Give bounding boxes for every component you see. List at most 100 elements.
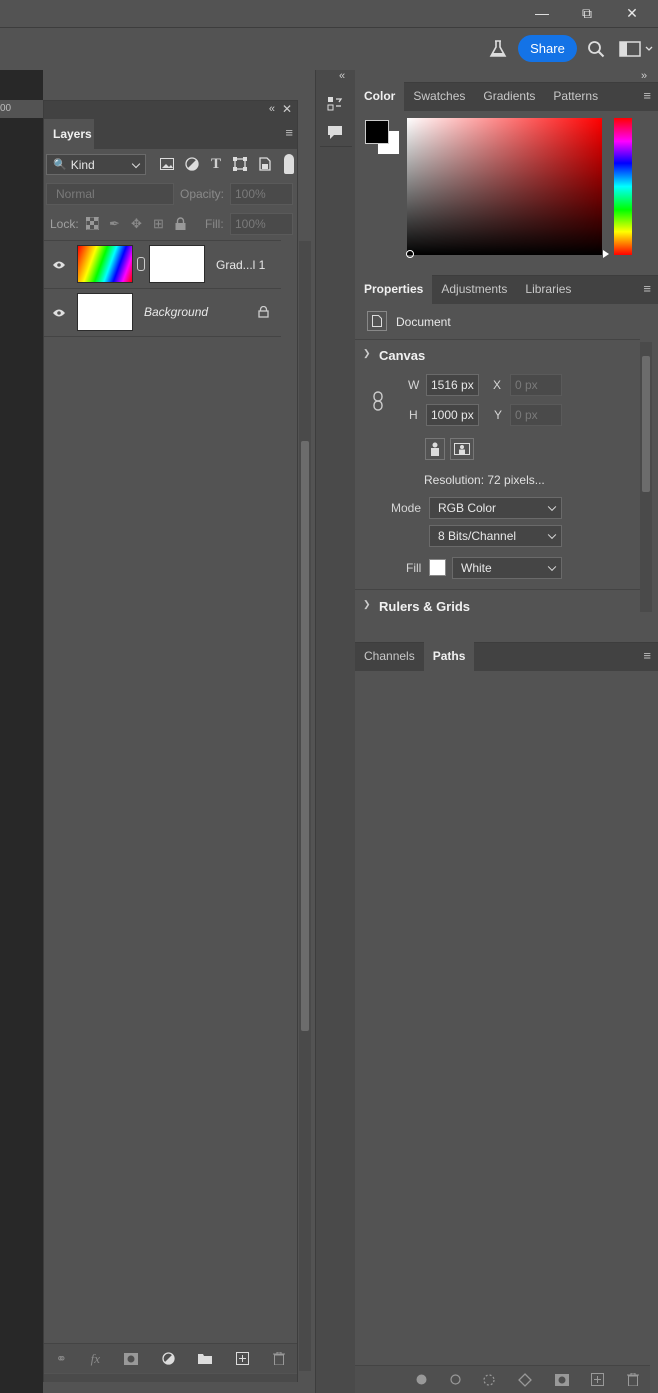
link-icon[interactable] xyxy=(137,257,145,271)
paths-list xyxy=(355,675,658,1365)
resize-bar[interactable] xyxy=(44,1374,297,1382)
trash-icon[interactable] xyxy=(273,1352,286,1365)
adjustment-filter-icon[interactable] xyxy=(183,155,201,173)
panel-menu-icon[interactable]: ≡ xyxy=(285,125,293,140)
adjustment-icon[interactable] xyxy=(161,1352,175,1365)
new-path-icon[interactable] xyxy=(591,1373,605,1386)
portrait-icon[interactable] xyxy=(425,438,445,460)
color-picker-cursor[interactable] xyxy=(406,250,414,258)
panel-menu-icon[interactable]: ≡ xyxy=(643,88,651,103)
selection-icon[interactable] xyxy=(483,1373,496,1386)
link-icon[interactable]: ⚭ xyxy=(56,1351,67,1367)
chain-link-icon[interactable] xyxy=(370,390,386,412)
tab-libraries[interactable]: Libraries xyxy=(516,274,580,304)
comments-icon[interactable] xyxy=(324,122,346,142)
tab-paths[interactable]: Paths xyxy=(423,641,475,671)
filter-toggle-icon[interactable] xyxy=(284,154,294,174)
resolution-text[interactable]: Resolution: 72 pixels... xyxy=(424,473,545,487)
eye-icon[interactable] xyxy=(50,256,68,274)
hue-slider-handle-icon[interactable] xyxy=(603,250,609,258)
fill-color-swatch[interactable] xyxy=(429,559,446,576)
restore-icon[interactable]: ⧉ xyxy=(564,0,610,26)
tab-gradients[interactable]: Gradients xyxy=(474,81,544,111)
layer-name[interactable]: Background xyxy=(144,305,208,319)
width-label: W xyxy=(408,378,420,392)
lock-position-icon[interactable]: ✥ xyxy=(128,215,145,232)
close-icon[interactable]: ✕ xyxy=(609,0,655,26)
color-field[interactable] xyxy=(407,118,602,255)
height-value: 1000 px xyxy=(431,408,474,422)
new-layer-icon[interactable] xyxy=(236,1352,250,1365)
tab-adjustments[interactable]: Adjustments xyxy=(432,274,516,304)
folder-icon[interactable] xyxy=(198,1353,213,1364)
tab-properties[interactable]: Properties xyxy=(355,274,433,304)
beaker-icon[interactable] xyxy=(486,38,510,60)
layers-tabbar: Layers ≡ xyxy=(44,119,297,149)
lock-icon xyxy=(255,304,271,320)
mode-select[interactable]: RGB Color xyxy=(429,497,562,519)
expand-icon[interactable]: » xyxy=(641,70,647,82)
smart-object-filter-icon[interactable] xyxy=(256,155,274,173)
layer-filter-select[interactable]: 🔍 Kind xyxy=(46,154,146,175)
layers-bottom-bar: ⚭ fx xyxy=(44,1343,297,1373)
bit-depth-select[interactable]: 8 Bits/Channel xyxy=(429,525,562,547)
mask-icon[interactable] xyxy=(554,1373,569,1386)
lock-all-icon[interactable] xyxy=(172,215,189,232)
blend-mode-select[interactable]: Normal xyxy=(46,183,174,205)
canvas-section-title[interactable]: Canvas xyxy=(379,348,425,363)
tab-layers[interactable]: Layers xyxy=(44,119,94,149)
panel-menu-icon[interactable]: ≡ xyxy=(643,648,651,663)
opacity-field[interactable]: 100% xyxy=(230,183,293,205)
fill-select[interactable]: White xyxy=(452,557,562,579)
share-button[interactable]: Share xyxy=(518,35,577,62)
tab-channels[interactable]: Channels xyxy=(355,641,424,671)
dock-header: « ✕ xyxy=(44,101,297,119)
chevron-right-icon[interactable]: ❯ xyxy=(363,599,371,610)
shape-filter-icon[interactable] xyxy=(231,155,249,173)
ruler: 00 xyxy=(0,100,43,118)
mask-icon[interactable] xyxy=(123,1352,138,1365)
height-field[interactable]: 1000 px xyxy=(426,404,479,426)
width-field[interactable]: 1516 px xyxy=(426,374,479,396)
stroke-path-icon[interactable] xyxy=(450,1374,461,1385)
y-field[interactable]: 0 px xyxy=(510,404,562,426)
fill-label: Fill: xyxy=(205,217,224,231)
search-icon[interactable] xyxy=(584,38,608,60)
tab-patterns[interactable]: Patterns xyxy=(544,81,607,111)
minimize-icon[interactable]: — xyxy=(519,0,565,26)
tab-color[interactable]: Color xyxy=(355,81,405,111)
layer-mask-thumbnail[interactable] xyxy=(149,245,205,283)
x-field[interactable]: 0 px xyxy=(510,374,562,396)
layer-row[interactable]: Background xyxy=(44,289,281,337)
foreground-color-swatch[interactable] xyxy=(365,120,389,144)
lock-pixels-icon[interactable]: ✒ xyxy=(106,215,123,232)
layer-row[interactable]: Grad...l 1 xyxy=(44,241,281,289)
trash-icon[interactable] xyxy=(626,1373,639,1386)
fx-icon[interactable]: fx xyxy=(91,1351,100,1367)
lock-artboard-icon[interactable]: ⊞ xyxy=(150,215,167,232)
document-canvas-area[interactable] xyxy=(0,70,43,1393)
lock-transparent-icon[interactable] xyxy=(84,215,101,232)
rulers-grids-section-title[interactable]: Rulers & Grids xyxy=(379,599,470,614)
scrollbar-thumb[interactable] xyxy=(642,356,650,492)
properties-scrollbar[interactable] xyxy=(640,342,652,612)
image-filter-icon[interactable] xyxy=(158,155,176,173)
collapse-icon[interactable]: « xyxy=(269,103,275,115)
scrollbar-thumb[interactable] xyxy=(301,441,309,1031)
landscape-icon[interactable] xyxy=(450,438,474,460)
history-icon[interactable] xyxy=(324,94,346,114)
close-panel-icon[interactable]: ✕ xyxy=(282,102,292,116)
panel-menu-icon[interactable]: ≡ xyxy=(643,281,651,296)
fill-path-icon[interactable] xyxy=(416,1374,427,1385)
workspace-icon[interactable] xyxy=(616,38,656,60)
tab-swatches[interactable]: Swatches xyxy=(404,81,474,111)
layer-name[interactable]: Grad...l 1 xyxy=(216,258,265,272)
hue-slider[interactable] xyxy=(614,118,632,255)
chevron-down-icon[interactable]: ❯ xyxy=(363,348,371,359)
eye-icon[interactable] xyxy=(50,304,68,322)
work-path-icon[interactable] xyxy=(518,1372,532,1387)
collapse-icon[interactable]: « xyxy=(339,70,345,82)
fill-field[interactable]: 100% xyxy=(230,213,293,235)
type-filter-icon[interactable]: T xyxy=(207,155,225,173)
layers-scrollbar[interactable] xyxy=(299,241,311,1371)
